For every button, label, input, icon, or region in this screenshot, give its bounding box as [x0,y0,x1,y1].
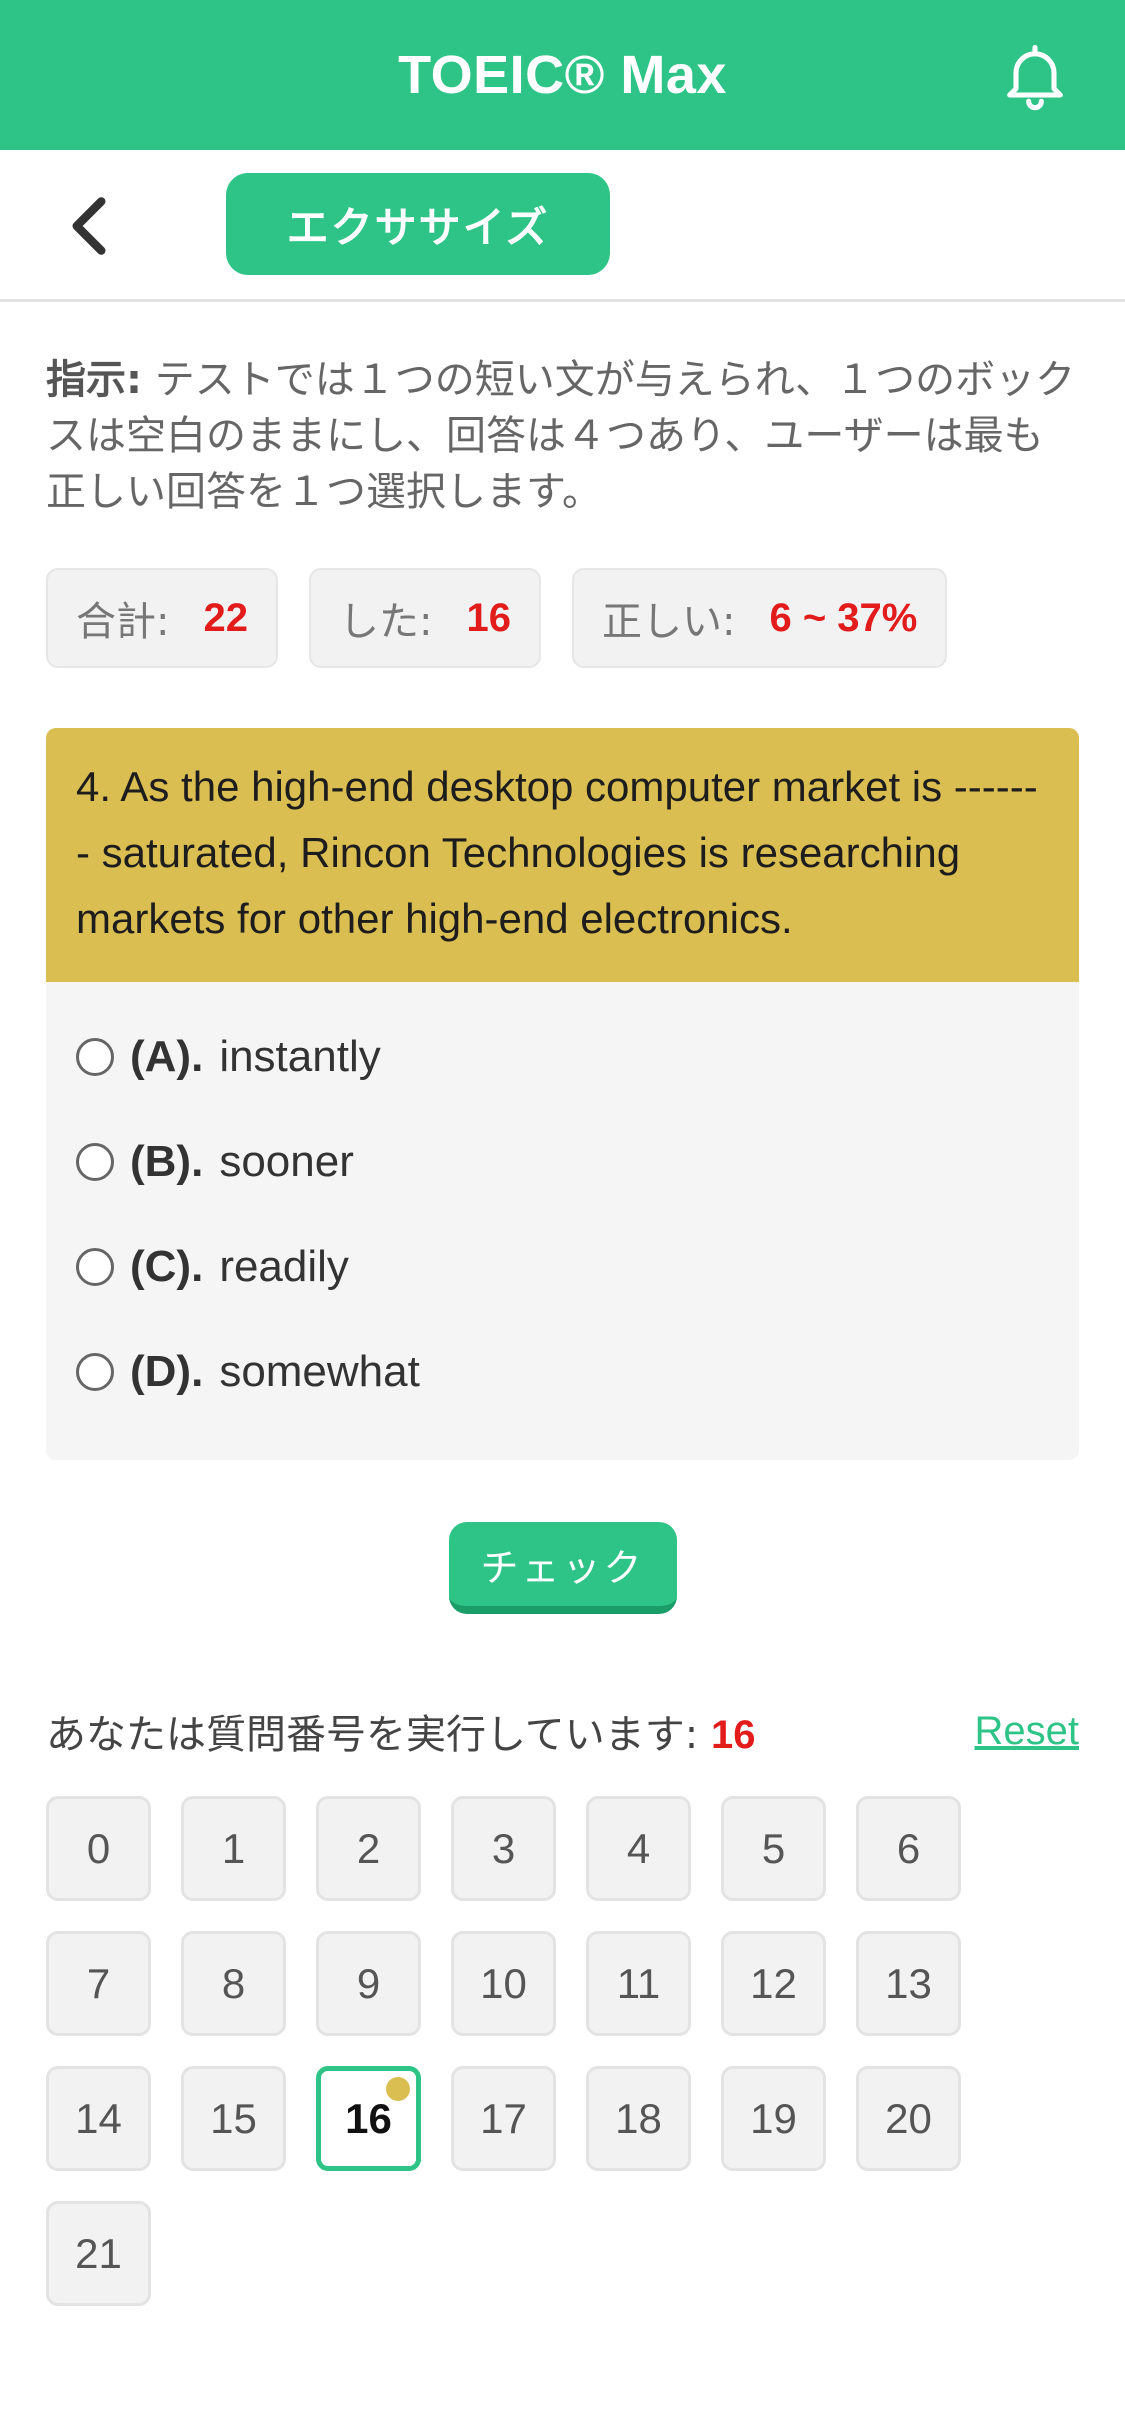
stats-row: 合計: 22 した: 16 正しい: 6 ~ 37% [46,568,1079,668]
question-number-button[interactable]: 8 [181,1931,286,2036]
option-text: readily [219,1241,349,1291]
option-text: sooner [219,1136,354,1186]
question-number-button[interactable]: 19 [721,2066,826,2171]
progress-line: あなたは質問番号を実行しています: 16 Reset [46,1702,1079,1760]
answer-options: (A). instantly (B). sooner (C). readily … [46,982,1079,1460]
question-number-button[interactable]: 20 [856,2066,961,2171]
question-number-label: 3 [491,1824,516,1872]
option-d[interactable]: (D). somewhat [76,1319,1049,1424]
instruction-text: テストでは１つの短い文が与えられ、１つのボックスは空白のままにし、回答は４つあり… [46,357,1076,515]
question-number-button[interactable]: 3 [451,1796,556,1901]
question-number-label: 4 [626,1824,651,1872]
radio-button[interactable] [76,1037,114,1076]
question-number-button[interactable]: 0 [46,1796,151,1901]
question-number-label: 10 [480,1959,527,2007]
stat-done-label: した: [338,599,433,645]
option-text: instantly [219,1031,381,1081]
stat-total-label: 合計: [76,599,170,645]
question-number-label: 21 [75,2229,122,2277]
bell-icon[interactable] [997,38,1073,114]
chevron-left-icon[interactable] [64,194,114,258]
question-number-label: 14 [75,2094,122,2142]
question-number-label: 5 [761,1824,786,1872]
question-text: 4. As the high-end desktop computer mark… [46,728,1079,982]
question-number-button[interactable]: 4 [586,1796,691,1901]
question-number-grid: 0 1 2 3 4 5 6 7 8 9 10 11 12 13 14 15 16 17 18 19 20 21 [46,1796,1079,2306]
question-number-label: 7 [86,1959,111,2007]
question-number-label: 6 [896,1824,921,1872]
question-number-label: 1 [221,1824,246,1872]
current-indicator-dot [386,2077,410,2101]
option-text: somewhat [219,1346,420,1396]
progress-label-text: あなたは質問番号を実行しています: [46,1712,699,1758]
question-number-button[interactable]: 13 [856,1931,961,2036]
app-header: TOEIC® Max [0,0,1125,150]
stat-correct: 正しい: 6 ~ 37% [571,568,948,668]
option-letter: (B). [130,1136,204,1186]
radio-button[interactable] [76,1247,114,1286]
option-b[interactable]: (B). sooner [76,1109,1049,1214]
radio-button[interactable] [76,1352,114,1391]
question-number-label: 16 [345,2094,392,2142]
question-number-button[interactable]: 11 [586,1931,691,2036]
option-a[interactable]: (A). instantly [76,1004,1049,1109]
progress-label: あなたは質問番号を実行しています: 16 [46,1702,756,1760]
question-number-button[interactable]: 2 [316,1796,421,1901]
radio-button[interactable] [76,1142,114,1181]
question-number-label: 8 [221,1959,246,2007]
check-button[interactable]: チェック [448,1522,677,1614]
question-number-button-active[interactable]: 16 [316,2066,421,2171]
question-number-button[interactable]: 18 [586,2066,691,2171]
question-number-button[interactable]: 1 [181,1796,286,1901]
question-number-button[interactable]: 14 [46,2066,151,2171]
question-number-button[interactable]: 7 [46,1931,151,2036]
sub-navigation: エクササイズ [0,150,1125,302]
question-number-label: 9 [356,1959,381,2007]
instruction-label: 指示: [46,357,142,403]
question-number-label: 19 [750,2094,797,2142]
question-number-button[interactable]: 12 [721,1931,826,2036]
app-title: TOEIC® Max [398,45,727,105]
question-number-label: 20 [885,2094,932,2142]
question-card: 4. As the high-end desktop computer mark… [46,728,1079,1460]
exercise-tab[interactable]: エクササイズ [226,173,610,275]
option-c[interactable]: (C). readily [76,1214,1049,1319]
question-number-button[interactable]: 17 [451,2066,556,2171]
question-number-label: 12 [750,1959,797,2007]
question-number-label: 0 [86,1824,111,1872]
current-question-number: 16 [711,1713,756,1757]
main-content: 指示: テストでは１つの短い文が与えられ、１つのボックスは空白のままにし、回答は… [0,352,1125,2306]
question-number-label: 2 [356,1824,381,1872]
option-letter: (A). [130,1031,204,1081]
question-number-button[interactable]: 5 [721,1796,826,1901]
question-number-button[interactable]: 6 [856,1796,961,1901]
instruction: 指示: テストでは１つの短い文が与えられ、１つのボックスは空白のままにし、回答は… [46,352,1079,520]
question-number-label: 13 [885,1959,932,2007]
question-number-button[interactable]: 10 [451,1931,556,2036]
question-number-button[interactable]: 21 [46,2201,151,2306]
stat-correct-value: 6 ~ 37% [769,595,918,640]
question-number-button[interactable]: 15 [181,2066,286,2171]
check-wrap: チェック [46,1522,1079,1614]
stat-done: した: 16 [308,568,541,668]
stat-total-value: 22 [203,595,248,640]
option-letter: (D). [130,1346,204,1396]
stat-done-value: 16 [466,595,511,640]
question-number-label: 11 [616,1959,661,2007]
question-number-label: 15 [210,2094,257,2142]
stat-total: 合計: 22 [46,568,278,668]
reset-link[interactable]: Reset [975,1709,1080,1754]
question-number-label: 17 [480,2094,527,2142]
option-letter: (C). [130,1241,204,1291]
stat-correct-label: 正しい: [601,599,736,645]
question-number-button[interactable]: 9 [316,1931,421,2036]
question-number-label: 18 [615,2094,662,2142]
